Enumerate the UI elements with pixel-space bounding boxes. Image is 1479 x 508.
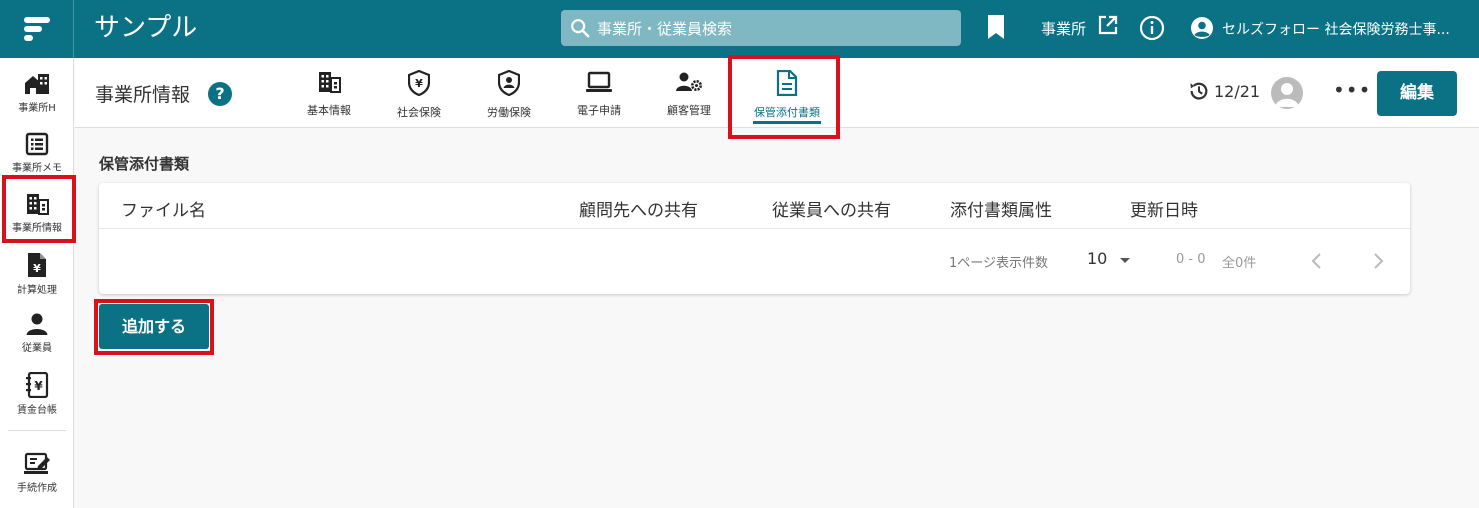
tab-label: 電子申請 (577, 104, 621, 117)
previous-page-icon[interactable] (1310, 251, 1324, 271)
svg-text:¥: ¥ (415, 77, 423, 90)
tab-label: 基本情報 (307, 104, 351, 117)
sidebar-item-office-info[interactable]: 事業所情報 (0, 180, 74, 240)
sidebar-item-wage-ledger[interactable]: ¥ 賃金台帳 (0, 360, 74, 420)
total-count: 全0件 (1222, 256, 1257, 271)
sidebar-item-label: 計算処理 (17, 285, 57, 296)
active-tab-indicator (753, 121, 821, 124)
page-title: 事業所情報 (95, 84, 191, 106)
more-options-icon[interactable]: ••• (1333, 78, 1371, 102)
column-header[interactable]: 添付書類属性 (950, 196, 1052, 221)
tab-label: 顧客管理 (667, 104, 711, 117)
rows-per-page-select[interactable]: 10 (1087, 249, 1132, 268)
tab-stored-attachments[interactable]: 保管添付書類 (739, 58, 835, 128)
column-header[interactable]: 従業員への共有 (772, 196, 891, 221)
section-title: 保管添付書類 (99, 155, 190, 173)
help-icon[interactable]: ? (208, 82, 232, 106)
building-icon (319, 72, 341, 93)
info-icon[interactable] (1139, 15, 1165, 41)
tab-label: 労働保険 (487, 106, 531, 119)
tab-basic-info[interactable]: 基本情報 (284, 58, 374, 128)
search-icon (571, 19, 590, 38)
app-logo-icon[interactable] (0, 0, 74, 58)
office-building-icon (27, 194, 49, 215)
tab-label: 社会保険 (397, 106, 441, 119)
top-bar: サンプル 事業所・従業員検索 事業所 セルズフォロー 社会保険労務士事... (0, 0, 1479, 58)
tab-social-insurance[interactable]: ¥ 社会保険 (374, 58, 464, 128)
app-title: サンプル (94, 13, 198, 43)
office-info-header: 事業所情報 ? 基本情報 ¥ 社会保険 労働保険 電子申請 顧客管理 保管添付書… (75, 58, 1479, 128)
user-name[interactable]: セルズフォロー 社会保険労務士事... (1222, 19, 1450, 39)
svg-text:¥: ¥ (34, 379, 43, 393)
ledger-yen-icon: ¥ (26, 372, 49, 398)
sidebar-item-label: 手続作成 (17, 483, 57, 494)
sidebar-item-label: 従業員 (22, 343, 52, 354)
sidebar-item-label: 賃金台帳 (17, 405, 57, 416)
sidebar: 事業所H 事業所メモ 事業所情報 ¥ 計算処理 従業員 ¥ 賃金台帳 手続作成 (0, 58, 74, 508)
document-icon (776, 70, 798, 96)
procedure-edit-icon (24, 452, 50, 474)
next-page-icon[interactable] (1371, 251, 1385, 271)
account-circle-icon[interactable] (1190, 16, 1214, 40)
tab-customer-management[interactable]: 顧客管理 (644, 58, 734, 128)
sidebar-item-procedure-create[interactable]: 手続作成 (0, 440, 74, 500)
person-icon (26, 313, 48, 335)
laptop-icon (586, 71, 612, 92)
history-button[interactable]: 12/21 (1188, 80, 1260, 102)
external-link-icon[interactable] (1097, 14, 1119, 36)
tab-label: 保管添付書類 (754, 106, 820, 119)
rows-per-page-value: 10 (1087, 249, 1108, 268)
sidebar-divider (8, 430, 66, 431)
column-header[interactable]: ファイル名 (121, 196, 206, 221)
shield-person-icon (498, 70, 520, 96)
yen-document-icon: ¥ (28, 253, 46, 277)
header-divider (99, 228, 1410, 229)
edit-button[interactable]: 編集 (1377, 71, 1457, 116)
home-icon (25, 74, 49, 94)
history-date: 12/21 (1214, 81, 1261, 101)
tab-labor-insurance[interactable]: 労働保険 (464, 58, 554, 128)
search-input[interactable]: 事業所・従業員検索 (561, 10, 961, 46)
memo-list-icon (25, 132, 49, 156)
history-icon (1190, 82, 1208, 100)
sidebar-item-label: 事業所H (18, 103, 56, 114)
tab-e-application[interactable]: 電子申請 (554, 58, 644, 128)
column-header[interactable]: 顧問先への共有 (579, 196, 698, 221)
sidebar-item-employees[interactable]: 従業員 (0, 300, 74, 360)
sidebar-item-office-home[interactable]: 事業所H (0, 60, 74, 120)
attachments-table: ファイル名 顧問先への共有 従業員への共有 添付書類属性 更新日時 1ページ表示… (99, 183, 1410, 294)
bookmark-icon[interactable] (986, 14, 1006, 40)
chevron-down-icon (1120, 257, 1131, 263)
avatar[interactable] (1271, 77, 1303, 109)
shield-yen-icon: ¥ (408, 70, 430, 96)
column-header[interactable]: 更新日時 (1130, 196, 1198, 221)
sidebar-item-label: 事業所情報 (12, 223, 62, 234)
sidebar-item-office-memo[interactable]: 事業所メモ (0, 120, 74, 180)
sidebar-item-label: 事業所メモ (12, 163, 62, 174)
search-placeholder: 事業所・従業員検索 (597, 19, 733, 38)
add-button[interactable]: 追加する (99, 304, 209, 349)
page-range: 0 - 0 (1176, 252, 1206, 267)
office-link[interactable]: 事業所 (1041, 18, 1086, 39)
svg-text:¥: ¥ (33, 262, 41, 275)
sidebar-item-calculation[interactable]: ¥ 計算処理 (0, 240, 74, 300)
rows-per-page-label: 1ページ表示件数 (949, 256, 1049, 271)
person-gear-icon (676, 72, 702, 91)
